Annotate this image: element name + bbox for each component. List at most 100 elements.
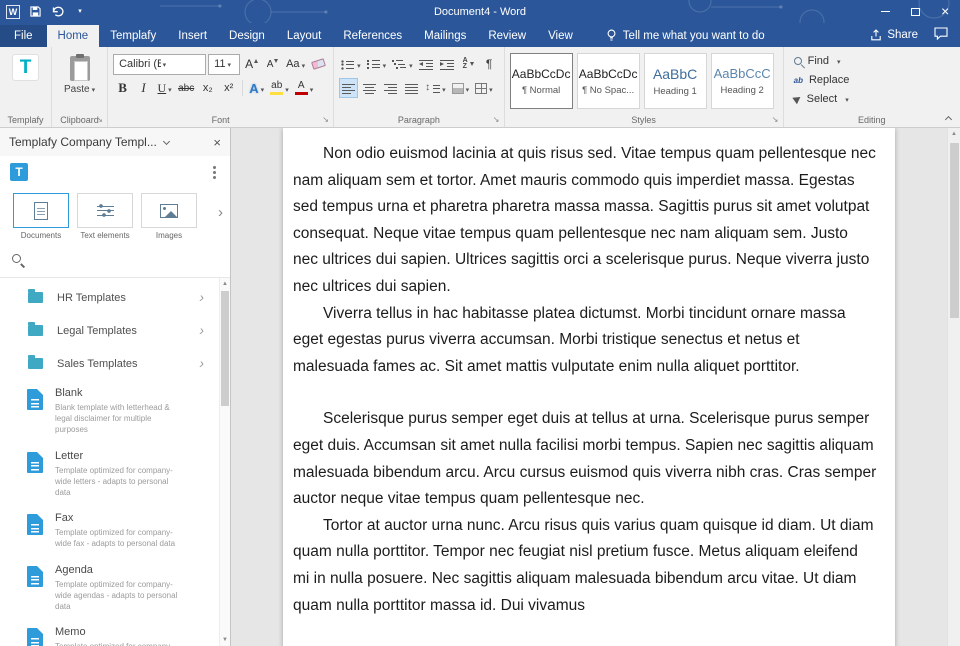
increase-indent-button[interactable]: [438, 54, 457, 74]
document-paragraph-2[interactable]: Viverra tellus in hac habitasse platea d…: [293, 301, 877, 381]
align-left-button[interactable]: [339, 78, 358, 98]
taskpane-menu-button[interactable]: [211, 164, 218, 181]
taskpane-search-button[interactable]: [0, 242, 230, 278]
document-scrollbar[interactable]: [947, 128, 960, 646]
scroll-down-icon[interactable]: [220, 634, 230, 646]
grow-font-button[interactable]: A: [242, 54, 261, 74]
font-dialog-launcher[interactable]: [320, 114, 331, 126]
multilevel-list-button[interactable]: [390, 54, 415, 74]
maximize-button[interactable]: [900, 0, 930, 23]
document-paragraph-4[interactable]: Tortor at auctor urna nunc. Arcu risus q…: [293, 513, 877, 619]
document-paragraph-3[interactable]: Scelerisque purus semper eget duis at te…: [293, 406, 877, 512]
quick-access-customize-button[interactable]: [72, 3, 86, 21]
style-chip-normal[interactable]: AaBbCcDc ¶ Normal: [510, 53, 573, 109]
style-chip-heading1[interactable]: AaBbC Heading 1: [644, 53, 707, 109]
window-title: Document4 - Word: [0, 6, 960, 18]
documents-icon: [34, 202, 48, 220]
tab-review[interactable]: Review: [477, 25, 537, 47]
collapse-ribbon-button[interactable]: [941, 112, 955, 124]
align-center-button[interactable]: [360, 78, 379, 98]
document-paragraph-1[interactable]: Non odio euismod lacinia at quis risus s…: [293, 141, 877, 301]
share-button[interactable]: Share: [870, 29, 918, 41]
scroll-up-icon[interactable]: [948, 128, 960, 141]
font-name-combo[interactable]: Calibri (Body): [113, 54, 206, 75]
styles-dialog-launcher[interactable]: [770, 114, 781, 126]
taskpane-scrollbar-thumb[interactable]: [221, 291, 229, 406]
style-chip-no-spacing[interactable]: AaBbCcDc ¶ No Spac...: [577, 53, 640, 109]
template-item-blank[interactable]: BlankBlank template with letterhead & le…: [0, 380, 230, 443]
tab-home[interactable]: Home: [47, 25, 100, 47]
sort-button[interactable]: AZ: [459, 54, 478, 74]
tab-images[interactable]: Images: [141, 193, 197, 240]
font-name-value: Calibri (Body): [119, 58, 161, 70]
save-button[interactable]: [28, 3, 42, 21]
document-page[interactable]: Non odio euismod lacinia at quis risus s…: [283, 128, 895, 646]
template-item-memo[interactable]: MemoTemplate optimized for company-wide …: [0, 619, 230, 646]
scroll-up-icon[interactable]: [220, 278, 230, 290]
tab-references[interactable]: References: [332, 25, 413, 47]
borders-button[interactable]: [473, 78, 495, 98]
shading-button[interactable]: [450, 78, 472, 98]
folder-hr-templates[interactable]: HR Templates: [0, 281, 230, 314]
line-spacing-button[interactable]: [423, 78, 448, 98]
font-color-button[interactable]: A: [293, 78, 316, 98]
highlight-button[interactable]: ab: [268, 78, 291, 98]
underline-button[interactable]: U: [155, 78, 174, 98]
comments-button[interactable]: [934, 27, 948, 43]
style-chip-heading2[interactable]: AaBbCcC Heading 2: [711, 53, 774, 109]
tab-text-elements[interactable]: Text elements: [77, 193, 133, 240]
template-item-letter[interactable]: LetterTemplate optimized for company-wid…: [0, 443, 230, 506]
taskpane-close-button[interactable]: [213, 135, 221, 150]
tab-design[interactable]: Design: [218, 25, 276, 47]
paste-button[interactable]: Paste: [57, 51, 102, 98]
tab-insert[interactable]: Insert: [167, 25, 218, 47]
font-size-combo[interactable]: 11: [208, 54, 240, 75]
text-effects-button[interactable]: A: [247, 78, 266, 98]
tab-file[interactable]: File: [0, 25, 47, 47]
tell-me-box[interactable]: Tell me what you want to do: [600, 24, 771, 47]
find-button[interactable]: Find: [794, 51, 955, 70]
replace-icon: [794, 74, 803, 86]
close-button[interactable]: [930, 0, 960, 23]
numbering-button[interactable]: [365, 54, 389, 74]
find-icon: [794, 57, 802, 65]
tab-view[interactable]: View: [537, 25, 584, 47]
folder-sales-templates[interactable]: Sales Templates: [0, 347, 230, 380]
tab-templafy[interactable]: Templafy: [99, 25, 167, 47]
decrease-indent-button[interactable]: [417, 54, 436, 74]
borders-icon: [475, 83, 487, 94]
minimize-icon: [881, 11, 890, 12]
paragraph-dialog-launcher[interactable]: [491, 114, 502, 126]
replace-button[interactable]: Replace: [794, 70, 955, 89]
template-item-fax[interactable]: FaxTemplate optimized for company-wide f…: [0, 505, 230, 556]
bold-button[interactable]: B: [113, 78, 132, 98]
tab-layout[interactable]: Layout: [276, 25, 333, 47]
taskpane-title-dropdown-icon[interactable]: [163, 137, 170, 144]
italic-button[interactable]: I: [134, 78, 153, 98]
minimize-button[interactable]: [870, 0, 900, 23]
word-app-icon[interactable]: W: [6, 5, 20, 19]
folder-legal-templates[interactable]: Legal Templates: [0, 314, 230, 347]
tab-mailings[interactable]: Mailings: [413, 25, 477, 47]
clipboard-dialog-launcher[interactable]: [94, 114, 105, 126]
tab-documents[interactable]: Documents: [13, 193, 69, 240]
clear-formatting-button[interactable]: [309, 54, 328, 74]
change-case-button[interactable]: Aa: [284, 54, 307, 74]
justify-button[interactable]: [402, 78, 421, 98]
undo-button[interactable]: [50, 3, 64, 21]
strikethrough-button[interactable]: abc: [176, 78, 196, 98]
subscript-button[interactable]: x₂: [198, 78, 217, 98]
line-spacing-icon: [425, 83, 440, 94]
templafy-ribbon-button[interactable]: T: [5, 51, 46, 84]
shrink-font-button[interactable]: A: [263, 54, 282, 74]
select-button[interactable]: Select: [794, 89, 955, 108]
images-icon: [160, 204, 178, 218]
align-right-button[interactable]: [381, 78, 400, 98]
tabs-next-chevron[interactable]: [218, 205, 223, 220]
bullets-button[interactable]: [339, 54, 363, 74]
template-item-agenda[interactable]: AgendaTemplate optimized for company-wid…: [0, 557, 230, 620]
document-scrollbar-thumb[interactable]: [950, 143, 959, 318]
superscript-button[interactable]: x²: [219, 78, 238, 98]
taskpane-scrollbar[interactable]: [219, 278, 230, 646]
show-formatting-marks-button[interactable]: ¶: [480, 54, 499, 74]
